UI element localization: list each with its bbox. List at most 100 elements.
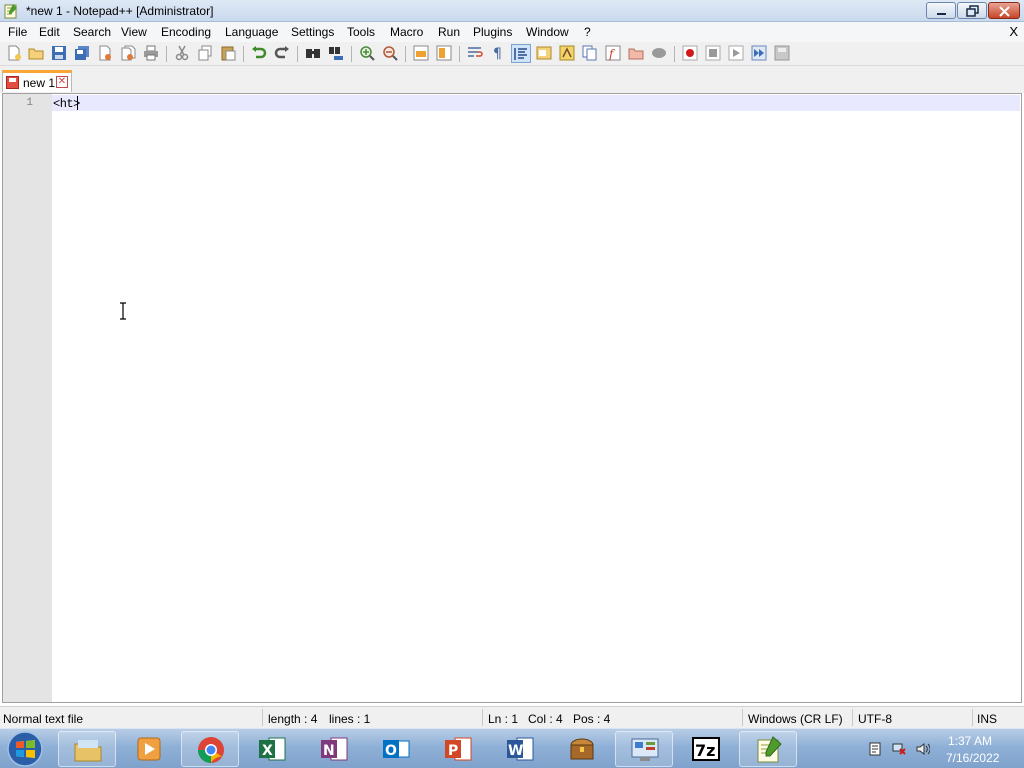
taskbar-excel[interactable]: X xyxy=(243,731,301,767)
tab-close-icon[interactable]: ✕ xyxy=(56,76,68,88)
menu-search[interactable]: Search xyxy=(73,25,111,39)
menu-run[interactable]: Run xyxy=(438,25,460,39)
function-list-icon[interactable]: f xyxy=(605,45,621,61)
copy-icon[interactable] xyxy=(197,45,213,61)
taskbar-word[interactable]: W xyxy=(491,731,549,767)
redo-icon[interactable] xyxy=(274,45,290,61)
menu-edit[interactable]: Edit xyxy=(39,25,60,39)
taskbar: X N O P W 7z 1:37 AM 7/16/2022 xyxy=(0,728,1024,768)
powerpoint-icon: P xyxy=(445,737,472,761)
restore-icon xyxy=(966,5,979,17)
minimize-icon xyxy=(937,13,946,15)
new-file-icon[interactable] xyxy=(6,45,22,61)
status-separator xyxy=(972,709,973,726)
status-insert-mode[interactable]: INS xyxy=(977,712,997,726)
taskbar-powerpoint[interactable]: P xyxy=(429,731,487,767)
replace-icon[interactable] xyxy=(328,45,344,61)
indent-guide-icon[interactable] xyxy=(511,44,531,63)
code-line[interactable]: <ht> xyxy=(53,97,80,111)
find-icon[interactable] xyxy=(305,45,321,61)
close-all-icon[interactable] xyxy=(120,45,136,61)
menu-file[interactable]: File xyxy=(8,25,27,39)
toolbar-separator xyxy=(297,46,298,62)
taskbar-chest-app[interactable] xyxy=(553,731,611,767)
menu-settings[interactable]: Settings xyxy=(291,25,334,39)
taskbar-chrome[interactable] xyxy=(181,731,239,767)
svg-text:N: N xyxy=(323,743,335,759)
tab-label: new 1 xyxy=(23,76,56,90)
status-file-type: Normal text file xyxy=(3,712,84,726)
playback-macro-icon[interactable] xyxy=(728,45,744,61)
status-position: Pos : 4 xyxy=(573,712,611,726)
menu-encoding[interactable]: Encoding xyxy=(161,25,211,39)
status-length: length : 4 xyxy=(268,712,318,726)
close-file-icon[interactable] xyxy=(97,45,113,61)
save-macro-icon[interactable] xyxy=(774,45,790,61)
menu-window[interactable]: Window xyxy=(526,25,569,39)
save-icon[interactable] xyxy=(51,45,67,61)
print-icon[interactable] xyxy=(143,45,159,61)
editor[interactable]: 1 <ht> xyxy=(2,93,1022,703)
folder-as-workspace-icon[interactable] xyxy=(628,45,644,61)
status-line: Ln : 1 xyxy=(488,712,519,726)
save-all-icon[interactable] xyxy=(74,45,90,61)
open-file-icon[interactable] xyxy=(28,45,44,61)
status-encoding[interactable]: UTF-8 xyxy=(858,712,892,726)
menu-language[interactable]: Language xyxy=(225,25,278,39)
menu-help[interactable]: ? xyxy=(584,25,591,39)
taskbar-onenote[interactable]: N xyxy=(305,731,363,767)
system-tray xyxy=(860,729,1024,768)
status-column: Col : 4 xyxy=(528,712,563,726)
toolbar-separator xyxy=(674,46,675,62)
text-caret xyxy=(77,96,78,110)
close-document-button[interactable]: X xyxy=(1009,24,1018,39)
excel-icon: X xyxy=(259,737,286,761)
status-eol[interactable]: Windows (CR LF) xyxy=(748,712,843,726)
volume-icon[interactable] xyxy=(916,742,930,756)
toolbar: ¶ f xyxy=(0,42,1024,66)
taskbar-media-player[interactable] xyxy=(120,731,178,767)
menu-bar: File Edit Search View Encoding Language … xyxy=(0,22,1024,42)
minimize-button[interactable] xyxy=(926,2,956,19)
document-map-icon[interactable] xyxy=(559,45,575,61)
undo-icon[interactable] xyxy=(251,45,267,61)
zoom-out-icon[interactable] xyxy=(382,45,398,61)
menu-tools[interactable]: Tools xyxy=(347,25,375,39)
action-center-icon[interactable] xyxy=(868,742,882,756)
clock-time[interactable]: 1:37 AM xyxy=(948,734,992,748)
tab-bar: new 1 ✕ xyxy=(0,66,1024,93)
run-macro-multiple-icon[interactable] xyxy=(751,45,767,61)
svg-text:P: P xyxy=(448,743,458,759)
taskbar-7-zip[interactable]: 7z xyxy=(677,731,735,767)
stop-recording-icon[interactable] xyxy=(705,45,721,61)
monitoring-icon[interactable] xyxy=(651,45,667,61)
menu-plugins[interactable]: Plugins xyxy=(473,25,512,39)
zoom-in-icon[interactable] xyxy=(359,45,375,61)
toolbar-separator xyxy=(459,46,460,62)
document-list-icon[interactable] xyxy=(582,45,598,61)
restore-button[interactable] xyxy=(957,2,987,19)
cut-icon[interactable] xyxy=(174,45,190,61)
sync-horizontal-icon[interactable] xyxy=(436,45,452,61)
paste-icon[interactable] xyxy=(220,45,236,61)
tab-new-1[interactable]: new 1 ✕ xyxy=(2,70,72,92)
notepad-plus-plus-icon xyxy=(4,4,17,19)
menu-view[interactable]: View xyxy=(121,25,147,39)
taskbar-control-panel[interactable] xyxy=(615,731,673,767)
close-button[interactable] xyxy=(988,2,1020,19)
clock-date[interactable]: 7/16/2022 xyxy=(946,751,999,765)
taskbar-outlook[interactable]: O xyxy=(367,731,425,767)
record-macro-icon[interactable] xyxy=(682,45,698,61)
user-language-icon[interactable] xyxy=(536,45,552,61)
ibeam-cursor-icon xyxy=(120,302,126,320)
start-button[interactable] xyxy=(3,730,47,768)
menu-macro[interactable]: Macro xyxy=(390,25,423,39)
sync-vertical-icon[interactable] xyxy=(413,45,429,61)
network-disconnected-icon[interactable] xyxy=(892,742,906,756)
taskbar-windows-explorer[interactable] xyxy=(58,731,116,767)
status-bar: Normal text file length : 4 lines : 1 Ln… xyxy=(0,706,1024,728)
taskbar-notepad-plus-plus[interactable] xyxy=(739,731,797,767)
show-all-characters-icon[interactable]: ¶ xyxy=(490,45,506,61)
toolbar-separator xyxy=(405,46,406,62)
word-wrap-icon[interactable] xyxy=(467,45,483,61)
